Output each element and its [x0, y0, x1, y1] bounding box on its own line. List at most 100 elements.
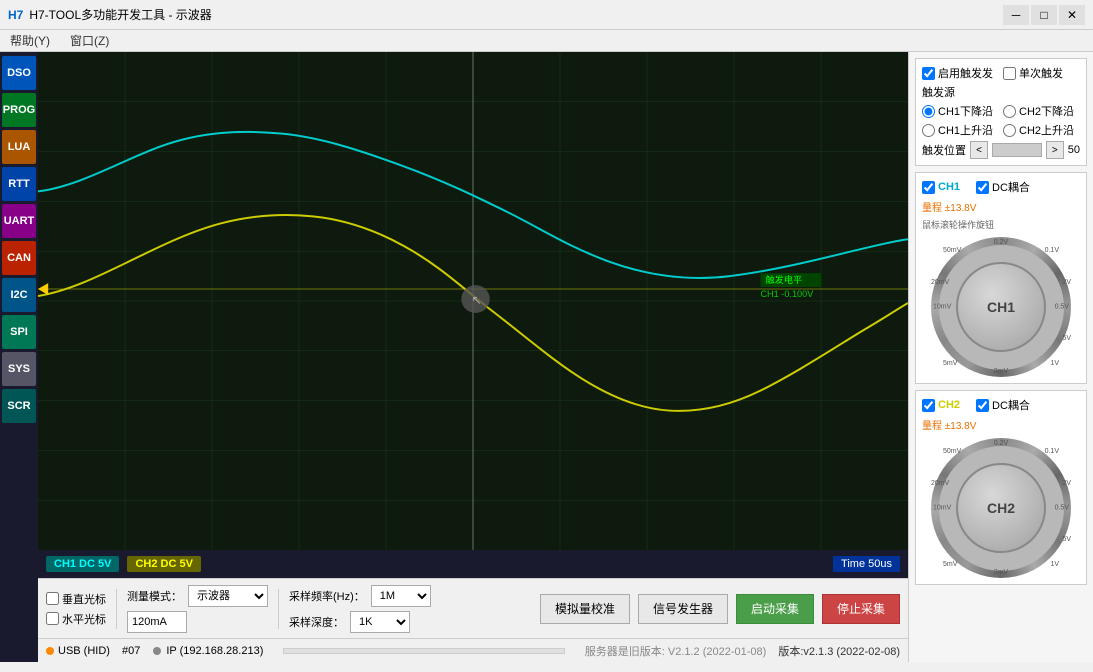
ch2-knob-right: 0.5V [1055, 505, 1069, 512]
sample-depth-select[interactable]: 1K [350, 611, 410, 633]
stop-button[interactable]: 停止采集 [822, 594, 900, 624]
status-dot [46, 647, 54, 655]
ch1-label: CH1 DC 5V [46, 556, 119, 572]
ch2-knob-tr: 0.1V [1045, 448, 1059, 455]
enable-trigger-checkbox[interactable] [922, 67, 935, 80]
ch2-fall-radio[interactable]: CH2下降沿 [1003, 103, 1074, 119]
scope-grid: 触发电平 CH1 -0.100V ↖ [38, 52, 908, 550]
ch2-range: 量程 ±13.8V [922, 417, 1080, 432]
ch1-range: 量程 ±13.8V [922, 199, 1080, 214]
horizontal-marker-check[interactable]: 水平光标 [46, 611, 106, 627]
oscilloscope-area: 触发电平 CH1 -0.100V ↖ CH1 DC 5V CH2 DC 5V T… [38, 52, 908, 662]
knob-label-br: 1V [1050, 360, 1059, 367]
sidebar-btn-uart[interactable]: UART [2, 204, 36, 238]
server-info: 服务器是旧版本: V2.1.2 (2022-01-08) [585, 643, 767, 659]
controls-bar: 垂直光标 水平光标 测量模式： 示波器 [38, 578, 908, 638]
sidebar-btn-rtt[interactable]: RTT [2, 167, 36, 201]
scope-bottom-bar: CH1 DC 5V CH2 DC 5V Time 50us [38, 550, 908, 578]
ch1-rise-radio[interactable]: CH1上升沿 [922, 122, 993, 138]
ch1-dc-check[interactable]: DC耦合 [976, 179, 1030, 195]
ch1-knob-outer[interactable]: CH1 [931, 237, 1071, 377]
ch1-section: CH1 DC耦合 量程 ±13.8V 鼠标滚轮操作旋钮 CH1 [915, 172, 1087, 384]
ch2-knob-br2: 5V [1062, 536, 1071, 543]
ch2-knob-inner[interactable]: CH2 [956, 463, 1046, 553]
current-input[interactable] [127, 611, 187, 633]
measure-mode-select[interactable]: 示波器 [188, 585, 268, 607]
svg-text:CH1 -0.100V: CH1 -0.100V [760, 289, 813, 299]
signal-gen-button[interactable]: 信号发生器 [638, 594, 728, 624]
ch2-enable-checkbox[interactable] [922, 399, 935, 412]
sidebar-btn-lua[interactable]: LUA [2, 130, 36, 164]
knob-label-mr: 2V [1062, 279, 1071, 286]
ch2-knob-tl: 50mV [943, 448, 961, 455]
close-button[interactable]: ✕ [1059, 5, 1085, 25]
calibrate-button[interactable]: 模拟量校准 [540, 594, 630, 624]
sidebar-btn-i2c[interactable]: I2C [2, 278, 36, 312]
scope-display[interactable]: 触发电平 CH1 -0.100V ↖ [38, 52, 908, 550]
ch2-knob-ml: 20mV [931, 480, 949, 487]
ch1-knob-ring: CH1 [939, 245, 1064, 370]
menu-help[interactable]: 帮助(Y) [4, 30, 56, 51]
main-area: DSO PROG LUA RTT UART CAN I2C SPI SYS SC… [0, 52, 1093, 662]
knob-label-right: 0.5V [1055, 304, 1069, 311]
horizontal-marker-checkbox[interactable] [46, 612, 59, 625]
sidebar-btn-prog[interactable]: PROG [2, 93, 36, 127]
device-id: #07 [122, 645, 140, 657]
dot-icon [152, 646, 162, 656]
knob-label-bl: 5mV [943, 360, 957, 367]
ch1-knob-inner[interactable]: CH1 [956, 262, 1046, 352]
ch2-enable-check[interactable]: CH2 [922, 399, 960, 412]
ch2-knob-mr: 2V [1062, 480, 1071, 487]
ch1-fall-radio[interactable]: CH1下降沿 [922, 103, 993, 119]
svg-text:触发电平: 触发电平 [766, 274, 803, 285]
window-title: H7-TOOL多功能开发工具 - 示波器 [29, 6, 211, 23]
ch2-rise-radio[interactable]: CH2上升沿 [1003, 122, 1074, 138]
menu-bar: 帮助(Y) 窗口(Z) [0, 30, 1093, 52]
ch2-knob-top: 0.2V [994, 440, 1008, 447]
enable-trigger-check[interactable]: 启用触发发 [922, 65, 993, 81]
ch2-knob-outer[interactable]: CH2 [931, 438, 1071, 578]
sidebar-btn-can[interactable]: CAN [2, 241, 36, 275]
sample-rate-select[interactable]: 1M [371, 585, 431, 607]
ch2-dc-checkbox[interactable] [976, 399, 989, 412]
ip-label: IP (192.168.28.213) [166, 645, 263, 657]
sidebar-btn-sys[interactable]: SYS [2, 352, 36, 386]
ch2-knob-bl: 5mV [943, 561, 957, 568]
sidebar-btn-scr[interactable]: SCR [2, 389, 36, 423]
version-label: 版本:v2.1.3 (2022-02-08) [778, 643, 900, 659]
ch1-enable-checkbox[interactable] [922, 181, 935, 194]
ch1-dc-checkbox[interactable] [976, 181, 989, 194]
knob-label-tr: 0.1V [1045, 247, 1059, 254]
menu-window[interactable]: 窗口(Z) [64, 30, 115, 51]
trigger-pos-right-btn[interactable]: > [1046, 141, 1064, 159]
time-label: Time 50us [833, 556, 900, 572]
knob-label-ml: 20mV [931, 279, 949, 286]
ch2-knob-container: CH2 0.2V 2mV 10mV 0.5V 0.1V 50mV 5mV 1V … [931, 438, 1071, 578]
sidebar-btn-spi[interactable]: SPI [2, 315, 36, 349]
ch1-knob-container: CH1 0.2V 2mV 10mV 0.5V 0.1V 50mV 5mV 1V … [931, 237, 1071, 377]
single-trigger-check[interactable]: 单次触发 [1003, 65, 1063, 81]
single-trigger-checkbox[interactable] [1003, 67, 1016, 80]
svg-text:↖: ↖ [471, 293, 481, 307]
ch1-enable-check[interactable]: CH1 [922, 181, 960, 194]
vertical-marker-check[interactable]: 垂直光标 [46, 591, 106, 607]
maximize-button[interactable]: □ [1031, 5, 1057, 25]
start-button[interactable]: 启动采集 [736, 594, 814, 624]
status-bar: USB (HID) #07 IP (192.168.28.213) 服务器是旧版… [38, 638, 908, 662]
progress-bar [283, 648, 564, 654]
vertical-marker-checkbox[interactable] [46, 592, 59, 605]
trigger-section: 启用触发发 单次触发 触发源 CH1下降沿 CH2下降沿 [915, 58, 1087, 166]
trigger-pos-row: 触发位置 < > 50 [922, 141, 1080, 159]
ch2-dc-check[interactable]: DC耦合 [976, 397, 1030, 413]
ch2-knob-br: 1V [1050, 561, 1059, 568]
trigger-source-label: 触发源 [922, 84, 1080, 100]
sidebar-btn-dso[interactable]: DSO [2, 56, 36, 90]
minimize-button[interactable]: ─ [1003, 5, 1029, 25]
knob-label-top: 0.2V [994, 239, 1008, 246]
trigger-pos-left-btn[interactable]: < [970, 141, 988, 159]
ch2-knob-bottom: 2mV [994, 569, 1008, 576]
knob-label-tl: 50mV [943, 247, 961, 254]
ch2-knob-ring: CH2 [939, 446, 1064, 571]
ch2-section: CH2 DC耦合 量程 ±13.8V CH2 0.2V [915, 390, 1087, 585]
trigger-pos-slider[interactable] [992, 143, 1042, 157]
